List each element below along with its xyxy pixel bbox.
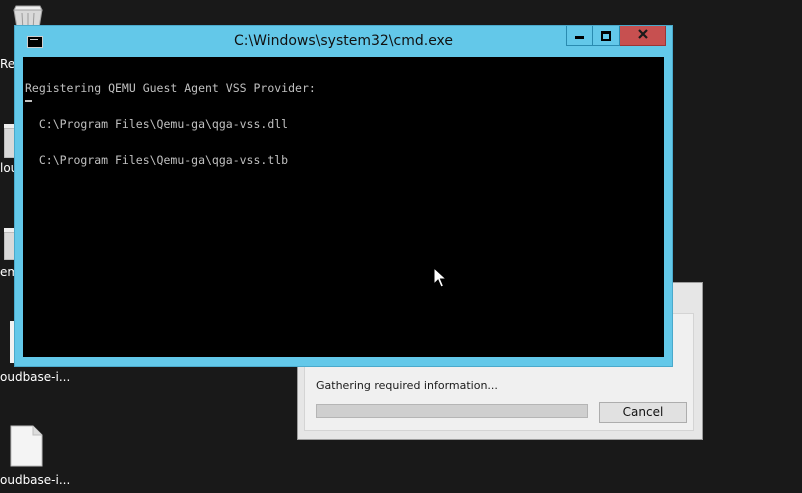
console-output[interactable]: Registering QEMU Guest Agent VSS Provide… xyxy=(23,57,664,357)
document-icon[interactable] xyxy=(10,425,43,467)
title-bar[interactable]: C:\Windows\system32\cmd.exe xyxy=(15,26,672,56)
dialog-status-text: Gathering required information... xyxy=(316,379,498,392)
desktop-label-cloudbase-2: oudbase-i... xyxy=(0,473,71,487)
console-lines: Registering QEMU Guest Agent VSS Provide… xyxy=(25,58,316,190)
close-button[interactable] xyxy=(620,26,666,46)
text-cursor xyxy=(25,100,32,102)
console-line: C:\Program Files\Qemu-ga\qga-vss.tlb xyxy=(25,153,289,167)
desktop-label-cloudbase-1: oudbase-i... xyxy=(0,370,71,384)
console-line: C:\Program Files\Qemu-ga\qga-vss.dll xyxy=(25,117,289,131)
cmd-window: C:\Windows\system32\cmd.exe Registering … xyxy=(14,25,673,367)
cancel-button[interactable]: Cancel xyxy=(599,402,687,423)
maximize-icon xyxy=(601,31,611,41)
minimize-icon xyxy=(575,36,584,39)
progress-bar xyxy=(316,404,588,418)
mouse-pointer-icon xyxy=(433,267,447,288)
maximize-button[interactable] xyxy=(593,26,620,46)
close-icon xyxy=(638,29,648,39)
minimize-button[interactable] xyxy=(566,26,593,46)
console-line: Registering QEMU Guest Agent VSS Provide… xyxy=(25,81,316,95)
